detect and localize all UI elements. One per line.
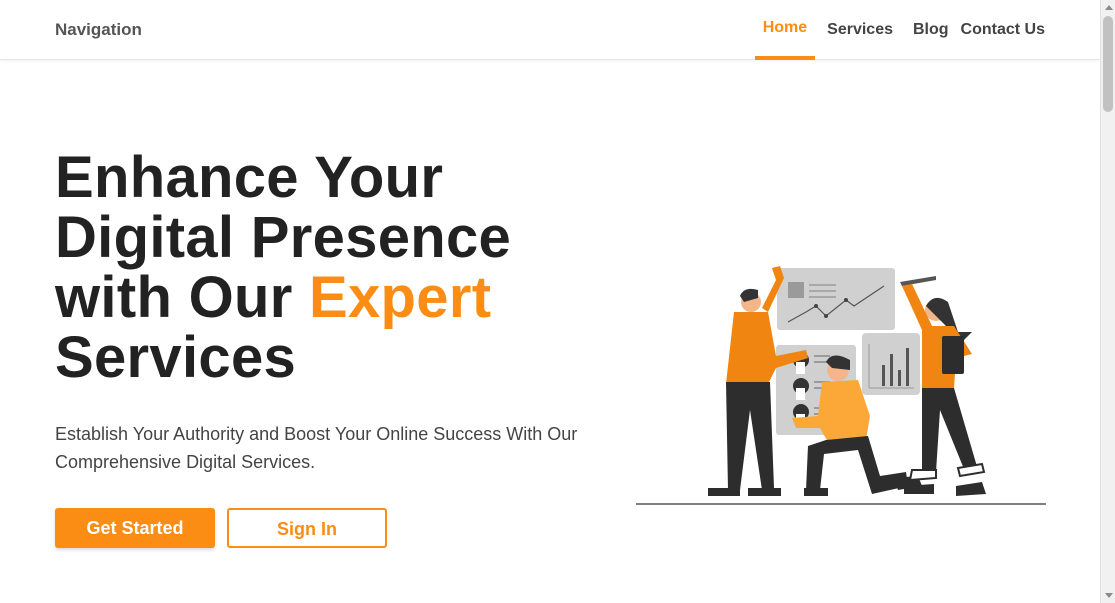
hero-title-line-4: Services [55,325,297,390]
page-scrollbar[interactable] [1100,0,1115,603]
nav-link-blog[interactable]: Blog [913,0,949,60]
team-analytics-illustration [636,266,1046,505]
hero-title-line-3: with Our Expert [55,265,491,330]
hero-subtitle: Establish Your Authority and Boost Your … [55,424,578,472]
brand-logo-text[interactable]: Navigation [55,20,142,40]
hero-title-line-3-start: with Our [55,265,310,330]
nav-link-services[interactable]: Services [827,0,893,60]
hero-title-line-2: Digital Presence [55,205,512,270]
nav-link-home[interactable]: Home [754,0,816,60]
hero-title: Enhance Your Digital Presence with Our E… [55,148,615,388]
top-navbar: Navigation Home Services Blog Contact Us [0,0,1100,60]
sign-in-button[interactable]: Sign In [227,508,387,548]
hero-title-accent-word: Expert [309,265,492,330]
scroll-down-arrow-icon[interactable] [1105,593,1113,598]
nav-links: Home Services Blog Contact Us [754,0,1045,60]
scroll-up-arrow-icon[interactable] [1105,5,1113,10]
get-started-button[interactable]: Get Started [55,508,215,548]
scrollbar-thumb[interactable] [1103,16,1113,112]
hero-title-line-1: Enhance Your [55,145,444,210]
nav-link-contact-us[interactable]: Contact Us [961,0,1045,60]
